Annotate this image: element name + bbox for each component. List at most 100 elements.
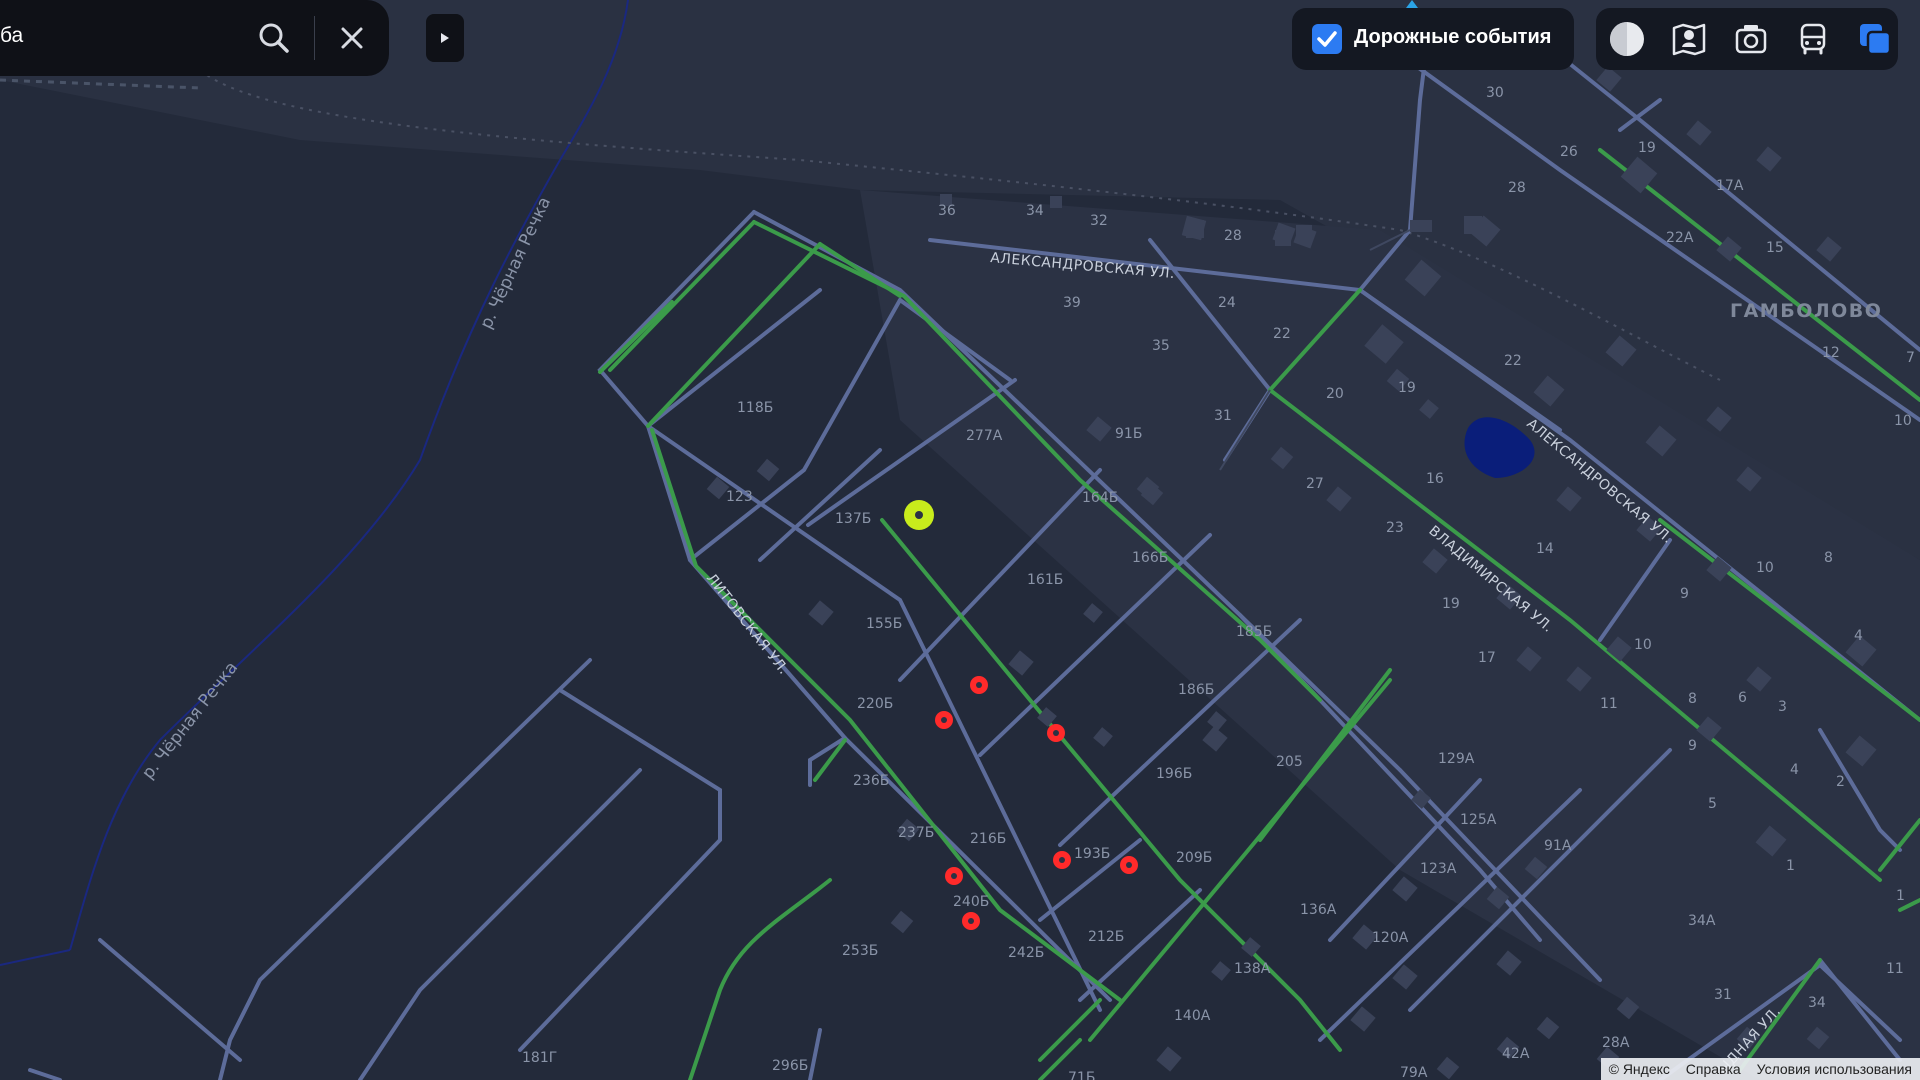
copyright-bar: © Яндекс Справка Условия использования <box>1600 1058 1920 1080</box>
house-number: 22 <box>1273 326 1291 342</box>
house-number: 140А <box>1174 1008 1211 1024</box>
house-number: 220Б <box>857 696 893 712</box>
house-number: 136А <box>1300 902 1337 918</box>
house-number: 34 <box>1026 203 1044 219</box>
place-label: ГАМБОЛОВО <box>1730 300 1882 322</box>
house-number: 237Б <box>898 825 934 841</box>
house-number: 42А <box>1502 1046 1530 1062</box>
house-number: 10 <box>1894 413 1912 429</box>
house-number: 34 <box>1808 995 1826 1011</box>
house-number: 123А <box>1420 861 1457 877</box>
house-number: 26 <box>1560 144 1578 160</box>
house-number: 212Б <box>1088 929 1124 945</box>
house-number: 125А <box>1460 812 1497 828</box>
house-number: 31 <box>1714 987 1732 1003</box>
user-location-marker[interactable] <box>904 500 934 530</box>
house-number: 138А <box>1234 961 1271 977</box>
house-number: 8 <box>1824 550 1833 566</box>
house-number: 196Б <box>1156 766 1192 782</box>
house-number: 240Б <box>953 894 989 910</box>
help-link[interactable]: Справка <box>1686 1061 1741 1077</box>
house-number: 161Б <box>1027 572 1063 588</box>
house-number: 15 <box>1766 240 1784 256</box>
incident-marker[interactable] <box>945 867 963 885</box>
house-number: 35 <box>1152 338 1170 354</box>
incident-marker[interactable] <box>1120 856 1138 874</box>
house-number: 1 <box>1896 888 1905 904</box>
incident-marker[interactable] <box>962 912 980 930</box>
house-number: 277А <box>966 428 1003 444</box>
layers-toolbar <box>1596 8 1898 70</box>
house-number: 19 <box>1398 380 1416 396</box>
house-number: 30 <box>1486 85 1504 101</box>
terms-link[interactable]: Условия использования <box>1757 1061 1912 1077</box>
house-number: 296Б <box>772 1058 808 1074</box>
traffic-events-label: Дорожные события <box>1354 26 1552 48</box>
panorama-icon[interactable] <box>1670 20 1708 58</box>
house-number: 4 <box>1854 628 1863 644</box>
play-arrow-icon <box>441 33 449 43</box>
sidebar-toggle-button[interactable] <box>426 14 464 62</box>
layers-icon[interactable] <box>1856 20 1894 58</box>
scheme-icon[interactable] <box>1608 20 1646 58</box>
house-number: 28 <box>1508 180 1526 196</box>
house-number: 155Б <box>866 616 902 632</box>
house-number: 14 <box>1536 541 1554 557</box>
house-number: 22 <box>1504 353 1522 369</box>
house-number: 32 <box>1090 213 1108 229</box>
house-number: 8 <box>1688 691 1697 707</box>
house-number: 22А <box>1666 230 1694 246</box>
close-icon[interactable] <box>334 20 370 56</box>
house-number: 9 <box>1688 738 1697 754</box>
house-number: 118Б <box>737 400 773 416</box>
house-number: 185Б <box>1236 624 1272 640</box>
house-number: 17А <box>1716 178 1744 194</box>
checkbox-checked-icon[interactable] <box>1312 24 1342 54</box>
house-number: 16 <box>1426 471 1444 487</box>
house-number: 34А <box>1688 913 1716 929</box>
traffic-events-toggle[interactable]: Дорожные события <box>1292 8 1574 70</box>
photo-icon[interactable] <box>1732 20 1770 58</box>
house-number: 28А <box>1602 1035 1630 1051</box>
house-number: 19 <box>1442 596 1460 612</box>
house-number: 31 <box>1214 408 1232 424</box>
house-number: 10 <box>1634 637 1652 653</box>
search-icon[interactable] <box>256 20 292 56</box>
incident-marker[interactable] <box>1053 851 1071 869</box>
house-number: 120А <box>1372 930 1409 946</box>
house-number: 164Б <box>1082 490 1118 506</box>
house-number: 11 <box>1600 696 1618 712</box>
house-number: 28 <box>1224 228 1242 244</box>
house-number: 91А <box>1544 838 1572 854</box>
search-input[interactable]: ба <box>0 24 23 48</box>
house-number: 23 <box>1386 520 1404 536</box>
incident-marker[interactable] <box>1047 724 1065 742</box>
incident-marker[interactable] <box>970 676 988 694</box>
search-panel: ба <box>0 0 389 76</box>
house-number: 186Б <box>1178 682 1214 698</box>
house-number: 17 <box>1478 650 1496 666</box>
map-canvas[interactable]: АЛЕКСАНДРОВСКАЯ УЛ. АЛЕКСАНДРОВСКАЯ УЛ. … <box>0 0 1920 1080</box>
house-number: 123 <box>726 489 753 505</box>
house-number: 11 <box>1886 961 1904 977</box>
house-number: 242Б <box>1008 945 1044 961</box>
house-number: 10 <box>1756 560 1774 576</box>
house-number: 3 <box>1778 699 1787 715</box>
house-number: 19 <box>1638 140 1656 156</box>
house-number: 39 <box>1063 295 1081 311</box>
house-number: 209Б <box>1176 850 1212 866</box>
house-number: 27 <box>1306 476 1324 492</box>
incident-marker[interactable] <box>935 711 953 729</box>
house-number: 6 <box>1738 690 1747 706</box>
search-divider <box>314 16 315 60</box>
transit-icon[interactable] <box>1794 20 1832 58</box>
house-number: 166Б <box>1132 550 1168 566</box>
house-number: 1 <box>1786 858 1795 874</box>
house-number: 24 <box>1218 295 1236 311</box>
house-number: 137Б <box>835 511 871 527</box>
copyright-brand[interactable]: © Яндекс <box>1609 1061 1670 1077</box>
house-number: 2 <box>1836 774 1845 790</box>
house-number: 4 <box>1790 762 1799 778</box>
house-number: 91Б <box>1115 426 1142 442</box>
house-number: 129А <box>1438 751 1475 767</box>
